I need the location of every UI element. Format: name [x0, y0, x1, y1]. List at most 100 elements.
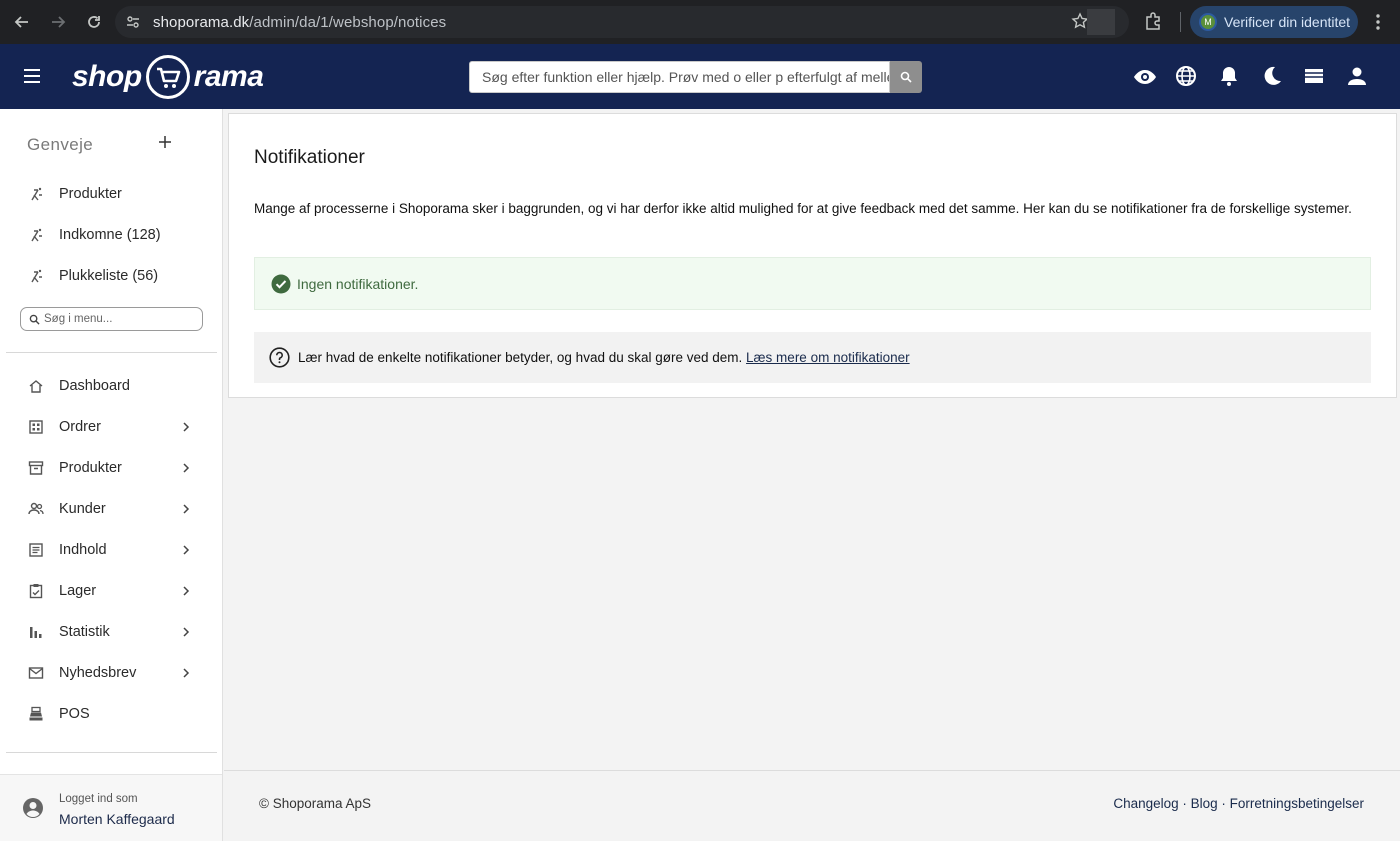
search-icon	[29, 314, 40, 325]
info-text-body: Lær hvad de enkelte notifikationer betyd…	[298, 350, 743, 365]
footer-link-blog[interactable]: Blog	[1191, 796, 1218, 811]
document-icon	[29, 543, 43, 557]
sidebar-item-label: Lager	[59, 583, 97, 599]
chevron-right-icon	[183, 586, 190, 596]
shortcut-item-produkter[interactable]: Produkter	[0, 174, 222, 214]
sidebar-item-dashboard[interactable]: Dashboard	[0, 366, 222, 406]
sidebar-item-label: Kunder	[59, 501, 106, 517]
shortcut-icon	[31, 228, 42, 242]
success-text: Ingen notifikationer.	[297, 275, 419, 292]
plus-icon	[159, 136, 171, 148]
register-icon	[29, 706, 43, 721]
card-icon[interactable]	[1303, 65, 1325, 89]
search-icon	[900, 71, 912, 83]
success-alert: Ingen notifikationer.	[254, 257, 1371, 310]
bell-icon[interactable]	[1218, 65, 1240, 89]
sidebar-item-indhold[interactable]: Indhold	[0, 530, 222, 570]
sidebar-item-label: Indhold	[59, 542, 107, 558]
sidebar-item-lager[interactable]: Lager	[0, 571, 222, 611]
sidebar-item-kunder[interactable]: Kunder	[0, 489, 222, 529]
url-path: /admin/da/1/webshop/notices	[249, 13, 447, 31]
profile-avatar: M	[1199, 13, 1217, 31]
clipboard-icon	[29, 584, 43, 599]
sidebar-item-produkter[interactable]: Produkter	[0, 448, 222, 488]
site-info-icon[interactable]	[117, 6, 149, 38]
footer: © Shoporama ApS Changelog · Blog · Forre…	[224, 770, 1400, 841]
logged-in-panel: Logget ind som Morten Kaffegaard	[0, 774, 222, 841]
arrow-left-icon	[14, 16, 28, 28]
globe-icon[interactable]	[1175, 65, 1197, 89]
eye-icon[interactable]	[1133, 65, 1157, 89]
global-search-input[interactable]: Søg efter funktion eller hjælp. Prøv med…	[469, 61, 890, 93]
toolbar-separator	[1180, 12, 1181, 32]
global-search: Søg efter funktion eller hjælp. Prøv med…	[469, 61, 922, 93]
kebab-menu-icon[interactable]	[1370, 12, 1386, 32]
shortcut-label: Plukkeliste (56)	[59, 268, 159, 284]
mail-icon	[28, 667, 44, 679]
read-more-link[interactable]: Læs mere om notifikationer	[746, 350, 910, 365]
extension-slot	[1087, 9, 1115, 35]
sidebar-item-statistik[interactable]: Statistik	[0, 612, 222, 652]
menu-search-input[interactable]: Søg i menu...	[20, 307, 203, 331]
user-name[interactable]: Morten Kaffegaard	[59, 811, 175, 827]
sidebar-item-label: Nyhedsbrev	[59, 665, 137, 681]
reload-button[interactable]	[77, 5, 111, 39]
user-icon[interactable]	[1346, 65, 1368, 89]
url-host: shoporama.dk	[153, 13, 250, 31]
archive-icon	[28, 461, 44, 475]
chevron-right-icon	[183, 627, 190, 637]
footer-link-terms[interactable]: Forretningsbetingelser	[1230, 796, 1364, 811]
address-bar[interactable]: shoporama.dk/admin/da/1/webshop/notices	[115, 6, 1129, 38]
hamburger-menu-icon[interactable]	[22, 66, 42, 86]
add-shortcut-button[interactable]	[158, 135, 172, 149]
notifications-card: Notifikationer Mange af processerne i Sh…	[228, 113, 1397, 398]
page-description: Mange af processerne i Shoporama sker i …	[254, 201, 1352, 216]
cart-logo-icon	[145, 55, 190, 99]
sidebar-divider	[6, 352, 217, 353]
url-text: shoporama.dk/admin/da/1/webshop/notices	[153, 14, 446, 31]
shoporama-logo[interactable]: shop rama	[72, 54, 264, 100]
footer-link-changelog[interactable]: Changelog	[1113, 796, 1178, 811]
grid-icon	[29, 420, 43, 434]
app-header: shop rama Søg efter funktion eller hjælp…	[0, 44, 1400, 109]
verify-identity-label: Verificer din identitet	[1224, 14, 1351, 30]
back-button[interactable]	[5, 5, 39, 39]
info-text: Lær hvad de enkelte notifikationer betyd…	[298, 350, 910, 365]
reload-icon	[88, 16, 100, 28]
bar-chart-icon	[30, 627, 42, 638]
footer-links: Changelog · Blog · Forretningsbetingelse…	[1113, 796, 1364, 811]
check-circle-icon	[271, 274, 291, 293]
shortcut-item-indkomne[interactable]: Indkomne (128)	[0, 215, 222, 255]
shortcut-label: Indkomne (128)	[59, 227, 161, 243]
sidebar-item-label: Produkter	[59, 460, 122, 476]
shortcut-label: Produkter	[59, 186, 122, 202]
logged-in-label: Logget ind som	[59, 793, 138, 805]
account-circle-icon	[23, 798, 43, 818]
sidebar-item-label: Statistik	[59, 624, 110, 640]
logo-text-right: rama	[193, 60, 264, 93]
moon-icon[interactable]	[1261, 65, 1283, 89]
shortcut-item-plukkeliste[interactable]: Plukkeliste (56)	[0, 256, 222, 296]
sidebar-item-label: Dashboard	[59, 378, 130, 394]
sidebar: Genveje Produkter Indkomne (128) Plukkel…	[0, 109, 223, 841]
chevron-right-icon	[183, 422, 190, 432]
logo-text-left: shop	[72, 60, 142, 93]
shortcuts-title: Genveje	[27, 135, 94, 154]
chevron-right-icon	[183, 545, 190, 555]
verify-identity-button[interactable]: M Verificer din identitet	[1190, 6, 1358, 38]
home-icon	[29, 380, 43, 393]
sidebar-item-ordrer[interactable]: Ordrer	[0, 407, 222, 447]
page-title: Notifikationer	[254, 147, 365, 168]
sidebar-item-pos[interactable]: POS	[0, 694, 222, 734]
sidebar-item-nyhedsbrev[interactable]: Nyhedsbrev	[0, 653, 222, 693]
puzzle-icon[interactable]	[1143, 10, 1165, 32]
search-button[interactable]	[890, 61, 922, 93]
sidebar-item-label: Ordrer	[59, 419, 101, 435]
forward-button[interactable]	[41, 5, 75, 39]
chevron-right-icon	[183, 668, 190, 678]
browser-toolbar: shoporama.dk/admin/da/1/webshop/notices …	[0, 0, 1400, 44]
sidebar-divider	[6, 752, 217, 753]
copyright: © Shoporama ApS	[259, 796, 372, 811]
menu-search-placeholder: Søg i menu...	[44, 313, 113, 325]
arrow-right-icon	[52, 16, 66, 28]
